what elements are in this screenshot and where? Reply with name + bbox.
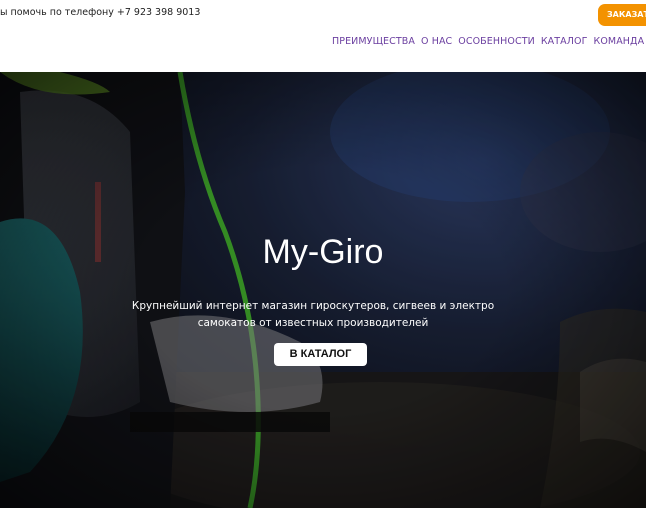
hero-subtitle: Крупнейший интернет магазин гироскутеров… bbox=[120, 298, 506, 332]
main-nav: ПРЕИМУЩЕСТВА О НАС ОСОБЕННОСТИ КАТАЛОГ К… bbox=[332, 36, 646, 47]
hero-title: My-Giro bbox=[262, 233, 384, 271]
hero-subtitle-line2: самокатов от известных производителей bbox=[197, 317, 429, 329]
hero-section: My-Giro Крупнейший интернет магазин гиро… bbox=[0, 72, 646, 508]
hero-subtitle-line1: Крупнейший интернет магазин гироскутеров… bbox=[131, 300, 495, 312]
nav-item-team[interactable]: КОМАНДА bbox=[593, 36, 644, 47]
catalog-button[interactable]: В КАТАЛОГ bbox=[274, 343, 367, 366]
phone-info: ы помочь по телефону +7 923 398 9013 bbox=[0, 7, 201, 18]
top-bar: ы помочь по телефону +7 923 398 9013 ЗАК… bbox=[0, 0, 646, 72]
nav-item-features[interactable]: ОСОБЕННОСТИ bbox=[458, 36, 535, 47]
hero-content: My-Giro Крупнейший интернет магазин гиро… bbox=[0, 72, 646, 508]
nav-item-about[interactable]: О НАС bbox=[421, 36, 452, 47]
nav-item-advantages[interactable]: ПРЕИМУЩЕСТВА bbox=[332, 36, 415, 47]
order-button[interactable]: ЗАКАЗАТЬ bbox=[598, 4, 646, 26]
nav-item-catalog[interactable]: КАТАЛОГ bbox=[541, 36, 588, 47]
